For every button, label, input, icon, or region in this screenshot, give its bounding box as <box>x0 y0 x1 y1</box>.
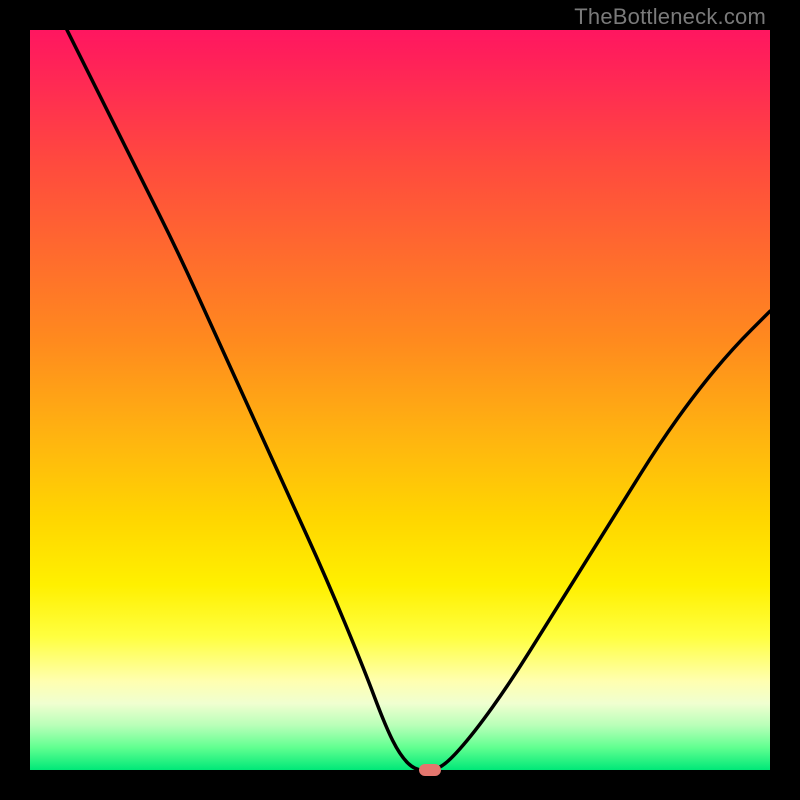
optimal-marker <box>419 764 441 776</box>
watermark-text: TheBottleneck.com <box>574 4 766 30</box>
chart-frame: TheBottleneck.com <box>0 0 800 800</box>
plot-area <box>30 30 770 770</box>
bottleneck-curve <box>30 30 770 770</box>
